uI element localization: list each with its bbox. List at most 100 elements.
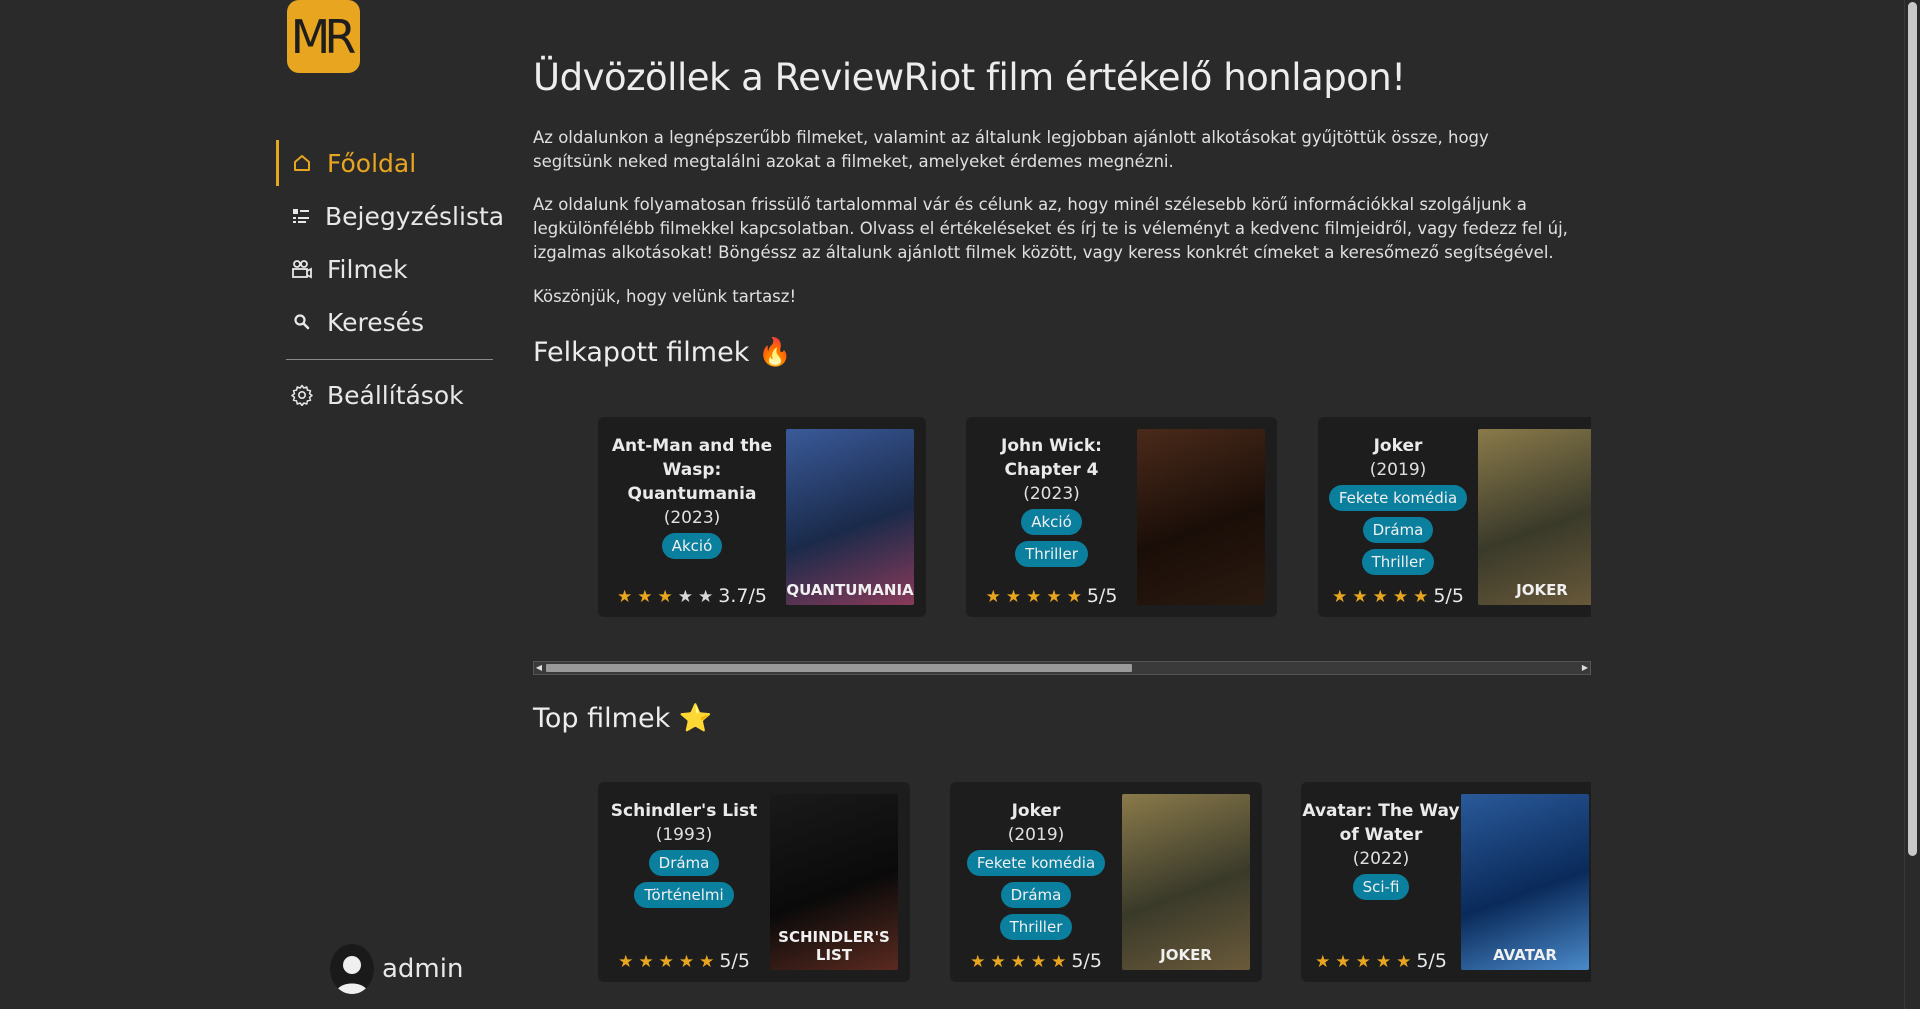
movie-card-info: Joker (2019) Fekete komédia Dráma Thriller ★ ★… — [950, 782, 1122, 982]
genre-tag[interactable]: Fekete komédia — [966, 850, 1106, 876]
movie-poster[interactable]: QUANTUMANIA — [786, 429, 914, 605]
rating-star-icon: ★ — [678, 952, 695, 972]
rating-star-icon: ★ — [617, 587, 633, 607]
nav-item-films[interactable]: Filmek — [276, 246, 494, 292]
genre-tag[interactable]: Dráma — [1362, 517, 1434, 543]
movie-card[interactable]: John Wick: Chapter 4 (2023) Akció Thriller ★… — [966, 417, 1277, 617]
nav-item-home[interactable]: Főoldal — [276, 140, 494, 186]
movie-rating: ★ ★ ★ ★ ★ 5/5 — [966, 585, 1137, 607]
rating-star-icon: ★ — [1051, 952, 1067, 972]
rating-star-icon: ★ — [657, 587, 673, 607]
genre-tag[interactable]: Sci-fi — [1352, 874, 1410, 900]
movie-card[interactable]: Joker (2019) Fekete komédia Dráma Thriller ★ ★… — [1318, 417, 1591, 617]
genre-tag[interactable]: Akció — [1021, 509, 1082, 535]
rating-star-icon: ★ — [1315, 952, 1331, 972]
nav-item-label: Beállítások — [327, 380, 464, 410]
page-scrollbar[interactable] — [1904, 0, 1920, 1009]
trending-carousel[interactable]: Ant-Man and the Wasp: Quantumania (2023) A… — [533, 417, 1591, 617]
star-icon: ⭐ — [678, 703, 713, 734]
rating-star-icon: ★ — [1046, 587, 1062, 607]
rating-star-icon: ★ — [677, 587, 694, 607]
genre-tags: Akció — [659, 530, 726, 562]
rating-star-icon: ★ — [698, 587, 714, 607]
rating-star-icon: ★ — [985, 587, 1001, 607]
nav-item-label: Főoldal — [327, 148, 417, 178]
top-carousel[interactable]: Schindler's List (1993) Dráma Történelmi ★ ★ ★… — [533, 782, 1591, 982]
nav-item-entry-list[interactable]: Bejegyzéslista — [276, 193, 504, 239]
trending-heading-text: Felkapott filmek — [533, 337, 750, 368]
movie-title[interactable]: John Wick: Chapter 4 — [966, 434, 1137, 482]
main-nav: Főoldal Bejegyzéslista Filmek Keresés — [276, 140, 504, 352]
movie-card[interactable]: Schindler's List (1993) Dráma Történelmi ★ ★ ★… — [598, 782, 910, 982]
genre-tag[interactable]: Dráma — [648, 850, 720, 876]
movie-card[interactable]: Ant-Man and the Wasp: Quantumania (2023) A… — [598, 417, 926, 617]
genre-tags: Dráma Történelmi — [631, 847, 736, 911]
movie-poster[interactable] — [1137, 429, 1265, 605]
genre-tag[interactable]: Történelmi — [634, 882, 734, 908]
rating-star-icon: ★ — [1392, 587, 1409, 607]
intro-paragraph-1: Az oldalunkon a legnépszerűbb filmeket, … — [533, 128, 1489, 171]
movie-title[interactable]: Joker — [1012, 799, 1061, 823]
rating-star-icon: ★ — [1066, 587, 1082, 607]
genre-tag[interactable]: Thriller — [999, 914, 1073, 940]
movie-title[interactable]: Ant-Man and the Wasp: Quantumania — [598, 434, 786, 506]
home-icon — [291, 152, 313, 174]
rating-text: 5/5 — [719, 950, 750, 972]
trending-scrollbar[interactable]: ◀ ▶ — [533, 661, 1591, 675]
movie-card[interactable]: Avatar: The Way of Water (2022) Sci-fi ★ ★ ★ ★… — [1301, 782, 1591, 982]
movie-rating: ★ ★ ★ ★ ★ 5/5 — [1301, 950, 1461, 972]
username: admin — [382, 954, 464, 984]
search-icon — [291, 311, 313, 333]
poster-label: SCHINDLER'S LIST — [778, 928, 890, 964]
movie-title[interactable]: Schindler's List — [611, 799, 757, 823]
rating-star-icon: ★ — [1413, 587, 1429, 607]
rating-text: 5/5 — [1086, 585, 1118, 607]
rating-star-icon: ★ — [1005, 587, 1022, 607]
nav-item-settings[interactable]: Beállítások — [276, 372, 494, 418]
user-menu[interactable]: admin — [330, 944, 463, 994]
genre-tag[interactable]: Dráma — [1000, 882, 1072, 908]
movie-card-info: Ant-Man and the Wasp: Quantumania (2023) A… — [598, 417, 786, 617]
movie-poster[interactable]: SCHINDLER'S LIST — [770, 794, 898, 970]
movie-poster[interactable]: AVATAR — [1461, 794, 1589, 970]
genre-tags: Akció Thriller — [1012, 506, 1091, 570]
rating-star-icon: ★ — [1355, 952, 1371, 972]
movie-card[interactable]: Joker (2019) Fekete komédia Dráma Thriller ★ ★… — [950, 782, 1262, 982]
gear-icon — [291, 384, 313, 406]
rating-text: 5/5 — [1416, 950, 1447, 972]
genre-tags: Fekete komédia Dráma Thriller — [1326, 482, 1470, 578]
genre-tags: Sci-fi — [1350, 871, 1413, 903]
nav-settings-group: Beállítások — [276, 372, 494, 425]
poster-label: JOKER — [1160, 946, 1212, 964]
genre-tags: Fekete komédia Dráma Thriller — [964, 847, 1108, 943]
rating-star-icon: ★ — [970, 952, 986, 972]
movie-year: (2019) — [1369, 460, 1427, 480]
top-heading-text: Top filmek — [533, 703, 671, 734]
movie-poster[interactable]: JOKER — [1122, 794, 1250, 970]
rating-star-icon: ★ — [1026, 587, 1042, 607]
fire-icon: 🔥 — [757, 337, 792, 368]
rating-star-icon: ★ — [637, 587, 653, 607]
poster-label: QUANTUMANIA — [786, 581, 914, 599]
genre-tag[interactable]: Thriller — [1361, 549, 1435, 575]
scrollbar-thumb[interactable] — [546, 664, 1132, 672]
movie-title[interactable]: Avatar: The Way of Water — [1301, 799, 1461, 847]
rating-star-icon: ★ — [699, 952, 715, 972]
page-scrollbar-thumb[interactable] — [1908, 2, 1917, 856]
nav-divider — [286, 359, 493, 360]
film-camera-icon — [291, 258, 313, 280]
site-logo[interactable]: MR — [287, 0, 360, 73]
top-heading: Top filmek ⭐ — [533, 702, 712, 734]
movie-title[interactable]: Joker — [1374, 434, 1423, 458]
nav-item-label: Keresés — [327, 307, 425, 337]
genre-tag[interactable]: Fekete komédia — [1328, 485, 1468, 511]
scroll-left-arrow[interactable]: ◀ — [534, 662, 544, 674]
genre-tag[interactable]: Thriller — [1015, 541, 1088, 567]
rating-star-icon: ★ — [1332, 587, 1348, 607]
movie-poster[interactable]: JOKER — [1478, 429, 1591, 605]
scroll-right-arrow[interactable]: ▶ — [1580, 662, 1590, 674]
nav-item-search[interactable]: Keresés — [276, 299, 494, 345]
trending-track: Ant-Man and the Wasp: Quantumania (2023) A… — [533, 417, 1591, 617]
genre-tag[interactable]: Akció — [661, 533, 723, 559]
rating-star-icon: ★ — [1335, 952, 1351, 972]
